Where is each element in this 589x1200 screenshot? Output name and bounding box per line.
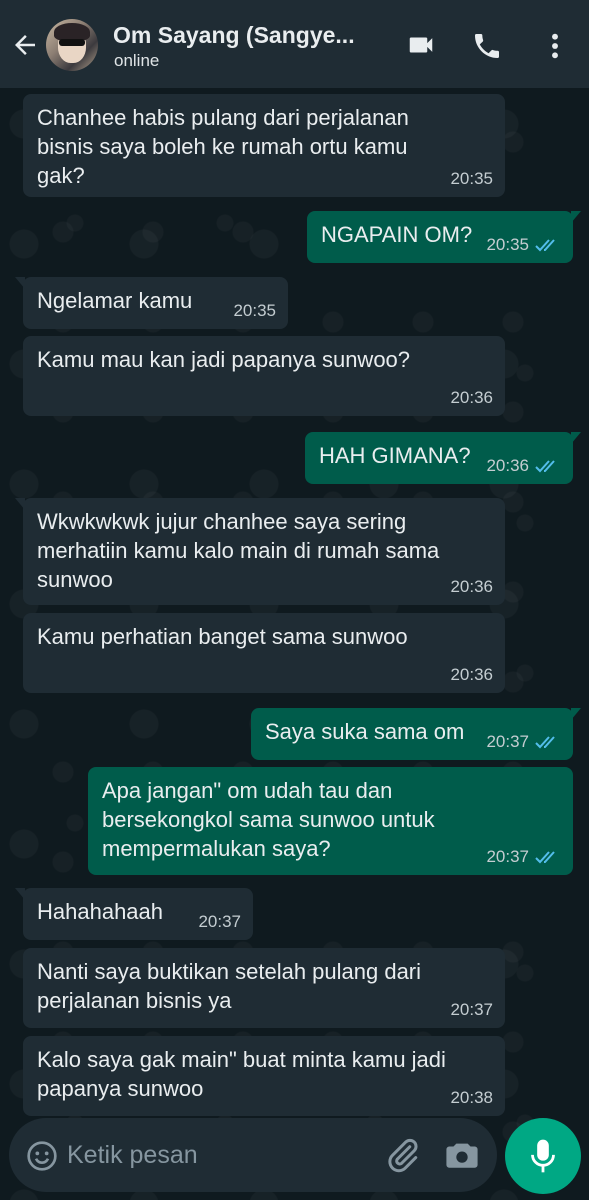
message-time: 20:35 (486, 235, 529, 254)
message-outgoing[interactable]: Saya suka sama om 20:37 (251, 708, 581, 760)
message-text: Nanti saya buktikan setelah pulang dari … (37, 959, 422, 1013)
message-time: 20:37 (450, 1000, 493, 1019)
paperclip-icon[interactable] (385, 1137, 421, 1173)
emoji-icon[interactable] (26, 1140, 58, 1172)
message-time: 20:38 (450, 1088, 493, 1107)
camera-icon[interactable] (445, 1139, 479, 1171)
read-receipt-icon (535, 239, 555, 252)
message-time: 20:36 (486, 456, 529, 475)
message-time: 20:36 (450, 577, 493, 596)
message-composer[interactable]: Ketik pesan (9, 1118, 497, 1192)
message-incoming[interactable]: Kalo saya gak main" buat minta kamu jadi… (23, 1036, 505, 1116)
message-text: Chanhee habis pulang dari perjalanan bis… (37, 105, 409, 188)
read-receipt-icon (535, 851, 555, 864)
message-incoming[interactable]: Hahahahaah 20:37 (15, 888, 253, 940)
microphone-icon (531, 1139, 555, 1173)
message-input[interactable]: Ketik pesan (67, 1141, 198, 1170)
message-time: 20:37 (486, 732, 529, 751)
message-outgoing[interactable]: HAH GIMANA? 20:36 (305, 432, 581, 484)
message-outgoing[interactable]: NGAPAIN OM? 20:35 (307, 211, 581, 263)
message-outgoing[interactable]: Apa jangan" om udah tau dan bersekongkol… (88, 767, 573, 875)
message-text: Wkwkwkwk jujur chanhee saya sering merha… (37, 509, 440, 592)
message-incoming[interactable]: Nanti saya buktikan setelah pulang dari … (23, 948, 505, 1028)
voice-message-button[interactable] (505, 1118, 581, 1194)
message-time: 20:35 (233, 301, 276, 320)
read-receipt-icon (535, 460, 555, 473)
message-text: Kamu mau kan jadi papanya sunwoo? (37, 347, 411, 372)
contact-name[interactable]: Om Sayang (Sangye... (113, 22, 355, 49)
message-incoming[interactable]: Chanhee habis pulang dari perjalanan bis… (23, 94, 505, 197)
arrow-left-icon[interactable] (10, 30, 40, 60)
chat-header: Om Sayang (Sangye... online (0, 0, 589, 88)
message-incoming[interactable]: Wkwkwkwk jujur chanhee saya sering merha… (15, 498, 505, 605)
message-time: 20:37 (198, 912, 241, 931)
message-text: Kalo saya gak main" buat minta kamu jadi… (37, 1047, 446, 1101)
message-time: 20:36 (450, 388, 493, 407)
message-incoming[interactable]: Kamu perhatian banget sama sunwoo 20:36 (23, 613, 505, 693)
phone-icon[interactable] (471, 30, 503, 62)
more-vertical-icon[interactable] (545, 30, 565, 62)
message-time: 20:35 (450, 169, 493, 188)
message-incoming[interactable]: Ngelamar kamu 20:35 (15, 277, 288, 329)
avatar[interactable] (46, 19, 98, 71)
contact-status: online (114, 51, 160, 70)
message-time: 20:36 (450, 665, 493, 684)
message-incoming[interactable]: Kamu mau kan jadi papanya sunwoo? 20:36 (23, 336, 505, 416)
message-time: 20:37 (486, 847, 529, 866)
chat-area[interactable]: Chanhee habis pulang dari perjalanan bis… (0, 88, 589, 1200)
video-call-icon[interactable] (405, 30, 437, 60)
read-receipt-icon (535, 736, 555, 749)
message-text: Kamu perhatian banget sama sunwoo (37, 624, 408, 649)
